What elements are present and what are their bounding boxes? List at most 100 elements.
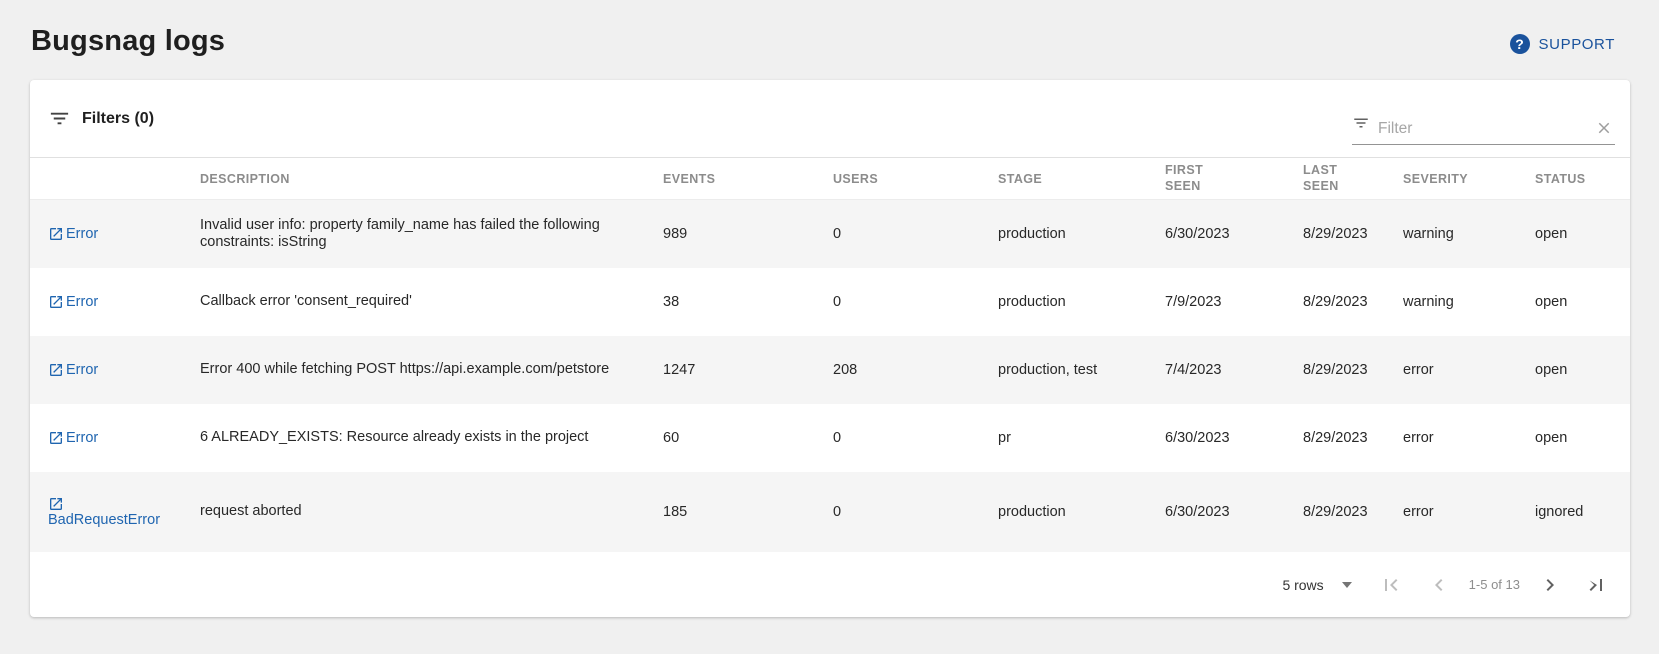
error-link-cell: Error: [30, 430, 176, 447]
table-row: Error 6 ALREADY_EXISTS: Resource already…: [30, 404, 1630, 472]
table-row: BadRequestError request aborted 185 0 pr…: [30, 472, 1630, 552]
open-in-new-icon: [48, 362, 66, 378]
open-in-new-icon: [48, 294, 66, 310]
table-row: Error Invalid user info: property family…: [30, 200, 1630, 268]
last-seen-cell: 8/29/2023: [1303, 226, 1403, 242]
last-page-icon: [1584, 585, 1608, 600]
stage-cell: production: [998, 226, 1165, 242]
error-link-cell: Error: [30, 226, 176, 243]
pagination-range-label: 1-5 of 13: [1469, 577, 1520, 592]
first-page-button[interactable]: [1379, 573, 1403, 597]
column-header-severity: SEVERITY: [1403, 172, 1535, 186]
severity-cell: error: [1403, 504, 1535, 520]
logs-card: Filters (0) DESCRIPTION EVENTS USERS STA…: [30, 80, 1630, 617]
last-page-button[interactable]: [1584, 573, 1608, 597]
error-link[interactable]: Error: [48, 362, 98, 379]
clear-filter-button[interactable]: [1593, 119, 1615, 138]
first-seen-cell: 6/30/2023: [1165, 504, 1303, 520]
filters-toggle[interactable]: Filters (0): [48, 107, 154, 130]
severity-cell: warning: [1403, 226, 1535, 242]
rows-per-page-select[interactable]: 5 rows: [1282, 577, 1351, 593]
rows-per-page-label: 5 rows: [1282, 577, 1323, 593]
page-title: Bugsnag logs: [31, 25, 225, 58]
severity-cell: warning: [1403, 294, 1535, 310]
description-cell: Callback error 'consent_required': [200, 293, 663, 310]
users-cell: 0: [833, 430, 998, 446]
open-in-new-icon: [48, 226, 66, 242]
previous-page-button[interactable]: [1427, 573, 1451, 597]
filter-field: [1352, 105, 1615, 145]
chevron-right-icon: [1538, 585, 1562, 600]
help-circle-icon: ?: [1510, 34, 1530, 54]
error-link-cell: Error: [30, 294, 176, 311]
support-label: SUPPORT: [1539, 36, 1615, 53]
open-in-new-icon: [48, 430, 66, 446]
last-seen-cell: 8/29/2023: [1303, 362, 1403, 378]
users-cell: 0: [833, 504, 998, 520]
first-seen-cell: 7/9/2023: [1165, 294, 1303, 310]
description-cell: Error 400 while fetching POST https://ap…: [200, 361, 663, 378]
error-link[interactable]: Error: [48, 294, 98, 311]
severity-cell: error: [1403, 362, 1535, 378]
column-header-description: DESCRIPTION: [200, 172, 663, 186]
error-link-cell: Error: [30, 362, 176, 379]
table-header-row: DESCRIPTION EVENTS USERS STAGE FIRST SEE…: [30, 158, 1630, 200]
users-cell: 0: [833, 226, 998, 242]
first-seen-cell: 7/4/2023: [1165, 362, 1303, 378]
error-link[interactable]: Error: [48, 226, 98, 243]
first-seen-cell: 6/30/2023: [1165, 226, 1303, 242]
description-cell: request aborted: [200, 503, 663, 520]
filter-list-icon: [1352, 114, 1370, 138]
users-cell: 0: [833, 294, 998, 310]
column-header-first-seen: FIRST SEEN: [1165, 163, 1303, 194]
error-link-label: Error: [66, 294, 98, 311]
column-header-events: EVENTS: [663, 172, 833, 186]
error-link-label: Error: [66, 362, 98, 379]
stage-cell: pr: [998, 430, 1165, 446]
error-link-label: BadRequestError: [48, 512, 160, 529]
filter-input[interactable]: [1378, 120, 1585, 138]
last-seen-cell: 8/29/2023: [1303, 430, 1403, 446]
events-cell: 989: [663, 226, 833, 242]
events-cell: 38: [663, 294, 833, 310]
column-header-stage: STAGE: [998, 172, 1165, 186]
stage-cell: production: [998, 504, 1165, 520]
support-link[interactable]: ? SUPPORT: [1510, 34, 1615, 54]
last-seen-cell: 8/29/2023: [1303, 294, 1403, 310]
table-row: Error Error 400 while fetching POST http…: [30, 336, 1630, 404]
table-toolbar: Filters (0): [30, 80, 1630, 158]
last-seen-cell: 8/29/2023: [1303, 504, 1403, 520]
error-link-cell: BadRequestError: [30, 496, 176, 529]
open-in-new-icon: [48, 496, 66, 512]
stage-cell: production: [998, 294, 1165, 310]
filter-list-icon: [48, 107, 71, 130]
next-page-button[interactable]: [1538, 573, 1562, 597]
first-page-icon: [1379, 585, 1403, 600]
events-cell: 60: [663, 430, 833, 446]
error-link[interactable]: Error: [48, 430, 98, 447]
first-seen-cell: 6/30/2023: [1165, 430, 1303, 446]
page-header: Bugsnag logs ? SUPPORT: [0, 0, 1659, 80]
caret-down-icon: [1342, 582, 1352, 588]
status-cell: open: [1535, 430, 1630, 446]
pagination-bar: 5 rows 1-5 of 13: [30, 552, 1630, 617]
severity-cell: error: [1403, 430, 1535, 446]
status-cell: open: [1535, 362, 1630, 378]
error-link-label: Error: [66, 430, 98, 447]
filters-label: Filters (0): [82, 110, 154, 128]
description-cell: 6 ALREADY_EXISTS: Resource already exist…: [200, 429, 663, 446]
status-cell: open: [1535, 294, 1630, 310]
events-cell: 1247: [663, 362, 833, 378]
column-header-status: STATUS: [1535, 172, 1630, 186]
error-link-label: Error: [66, 226, 98, 243]
error-link[interactable]: BadRequestError: [48, 496, 176, 529]
chevron-left-icon: [1427, 585, 1451, 600]
status-cell: ignored: [1535, 504, 1630, 520]
status-cell: open: [1535, 226, 1630, 242]
description-cell: Invalid user info: property family_name …: [200, 217, 663, 251]
close-icon: [1595, 119, 1613, 137]
column-header-last-seen: LAST SEEN: [1303, 163, 1403, 194]
column-header-users: USERS: [833, 172, 998, 186]
stage-cell: production, test: [998, 362, 1165, 378]
table-row: Error Callback error 'consent_required' …: [30, 268, 1630, 336]
